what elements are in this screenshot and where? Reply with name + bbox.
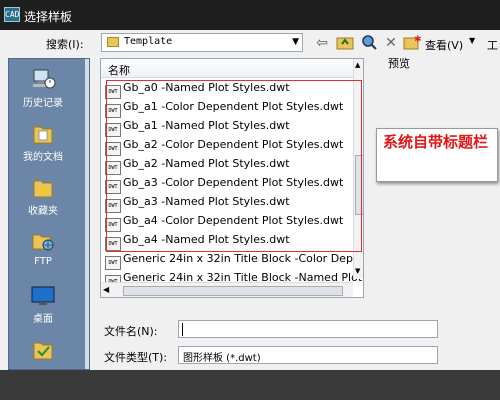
- horizontal-scrollbar[interactable]: ◀: [101, 282, 353, 297]
- sidebar-item-more[interactable]: [9, 337, 77, 364]
- lookin-dropdown[interactable]: Template ▼: [101, 33, 303, 52]
- lookin-value: Template: [124, 36, 173, 47]
- title-bar[interactable]: CAD 选择样板: [0, 0, 500, 30]
- sidebar-item-label: 我的文档: [23, 152, 63, 163]
- sidebar-item-ftp[interactable]: FTP: [9, 229, 77, 267]
- desktop-icon: [30, 283, 56, 307]
- back-icon[interactable]: ⇦: [313, 34, 331, 52]
- folder-check-icon: [30, 337, 56, 361]
- places-sidebar: 历史记录 我的文档 ★ 收藏夹 FTP 桌面: [8, 58, 90, 370]
- chevron-down-icon: ▼: [292, 37, 299, 47]
- delete-icon[interactable]: ✕: [382, 34, 400, 52]
- list-item[interactable]: DWT Generic 24in x 32in Title Block -Colo…: [105, 252, 363, 271]
- documents-icon: [30, 121, 56, 145]
- column-header-name[interactable]: 名称: [101, 59, 353, 78]
- dwt-file-icon: DWT: [105, 256, 121, 270]
- scroll-down-icon[interactable]: ▼: [355, 267, 360, 275]
- sidebar-item-desktop[interactable]: 桌面: [9, 283, 77, 325]
- new-folder-icon[interactable]: ✱: [403, 34, 422, 52]
- sidebar-item-history[interactable]: 历史记录: [9, 67, 77, 109]
- sidebar-item-label: 收藏夹: [28, 206, 58, 217]
- history-icon: [30, 67, 56, 91]
- filetype-label: 文件类型(T):: [104, 351, 168, 364]
- sidebar-item-label: 桌面: [33, 314, 53, 325]
- window-title: 选择样板: [24, 10, 73, 24]
- text-cursor: [182, 323, 183, 336]
- search-web-icon[interactable]: [360, 34, 378, 52]
- ftp-icon: [30, 229, 56, 253]
- sidebar-item-label: FTP: [34, 256, 52, 267]
- scroll-thumb-h[interactable]: [123, 286, 343, 296]
- preview-label: 预览: [388, 57, 410, 70]
- sidebar-item-documents[interactable]: 我的文档: [9, 121, 77, 163]
- filename-input[interactable]: [178, 320, 438, 338]
- scroll-left-icon[interactable]: ◀: [103, 285, 109, 294]
- sidebar-item-label: 历史记录: [23, 98, 63, 109]
- bottom-strip: [0, 370, 500, 400]
- svg-text:★: ★: [38, 184, 49, 198]
- view-chevron-icon: ▼: [469, 36, 476, 45]
- svg-text:✱: ✱: [414, 35, 421, 45]
- sidebar-scrollbar[interactable]: [85, 59, 89, 369]
- file-name: Generic 24in x 32in Title Block -Color D…: [123, 252, 363, 265]
- filetype-value: 图形样板 (*.dwt): [183, 353, 261, 364]
- lookin-label: 搜索(I):: [46, 38, 84, 51]
- highlight-box: [106, 80, 362, 252]
- filetype-dropdown[interactable]: 图形样板 (*.dwt): [178, 346, 438, 364]
- up-folder-icon[interactable]: [336, 34, 354, 52]
- scroll-up-icon[interactable]: ▲: [355, 61, 360, 69]
- filename-label: 文件名(N):: [104, 325, 158, 338]
- view-menu[interactable]: 查看(V): [425, 37, 463, 53]
- favorites-icon: ★: [30, 175, 56, 199]
- annotation-note: 系统自带标题栏: [376, 128, 498, 182]
- autocad-icon: CAD: [4, 7, 20, 22]
- tools-menu[interactable]: 工: [487, 37, 498, 53]
- sidebar-item-favorites[interactable]: ★ 收藏夹: [9, 175, 77, 217]
- folder-icon: [107, 37, 119, 47]
